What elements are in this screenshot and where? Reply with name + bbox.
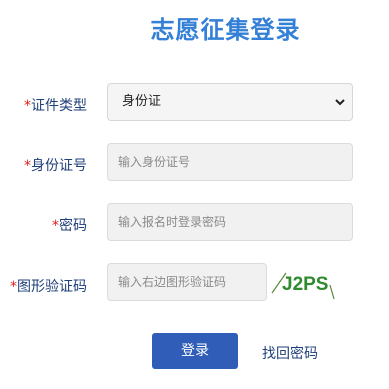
id-type-label-text: 证件类型 (31, 98, 87, 114)
id-type-selected: 身份证 (122, 94, 162, 109)
id-number-label-text: 身份证号 (31, 158, 87, 174)
id-number-input[interactable]: 输入身份证号 (107, 143, 353, 181)
required-mark: * (10, 279, 17, 295)
password-label-text: 密码 (59, 218, 87, 234)
captcha-label: *图形验证码 (10, 276, 87, 296)
captcha-label-text: 图形验证码 (17, 279, 87, 295)
password-placeholder: 输入报名时登录密码 (118, 215, 227, 229)
chevron-down-icon (335, 99, 345, 106)
id-type-select[interactable]: 身份证 (107, 83, 353, 121)
id-type-label: *证件类型 (24, 95, 87, 115)
required-mark: * (52, 218, 59, 234)
required-mark: * (24, 158, 31, 174)
password-label: *密码 (52, 215, 87, 235)
page-title: 志愿征集登录 (150, 16, 301, 44)
captcha-image[interactable]: J2PS (270, 265, 338, 301)
id-number-placeholder: 输入身份证号 (118, 155, 191, 169)
forgot-password-link[interactable]: 找回密码 (262, 343, 318, 363)
captcha-input[interactable]: 输入右边图形验证码 (107, 263, 267, 301)
login-button[interactable]: 登录 (152, 333, 238, 369)
captcha-text: J2PS (282, 274, 328, 295)
id-number-label: *身份证号 (24, 155, 87, 175)
required-mark: * (24, 98, 31, 114)
captcha-placeholder: 输入右边图形验证码 (118, 275, 227, 289)
password-input[interactable]: 输入报名时登录密码 (107, 203, 353, 241)
